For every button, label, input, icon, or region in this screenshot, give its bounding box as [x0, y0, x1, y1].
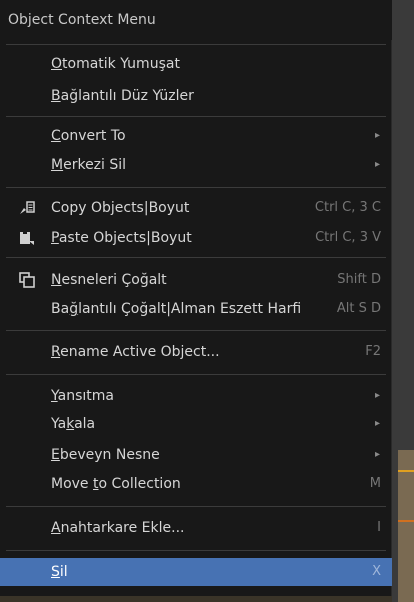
- menu-item-convert-to[interactable]: Convert To ▸: [0, 124, 392, 148]
- paste-icon: [18, 230, 36, 246]
- menu-item-label: Ebeveyn Nesne: [51, 447, 160, 463]
- submenu-arrow-icon: ▸: [374, 130, 380, 141]
- shortcut-label: X: [372, 564, 381, 579]
- menu-item-label: Yakala: [51, 416, 96, 432]
- menu-item-yansitma[interactable]: Yansıtma ▸: [0, 384, 392, 408]
- menu-item-label: Bağlantılı Çoğalt|Alman Eszett Harfi: [51, 301, 302, 317]
- duplicate-icon: [18, 272, 36, 288]
- menu-item-label: Anahtarkare Ekle...: [51, 520, 185, 536]
- menu-item-label: Paste Objects|Boyut: [51, 230, 192, 246]
- menu-item-merkezi-sil[interactable]: Merkezi Sil ▸: [0, 153, 392, 177]
- shortcut-label: Shift D: [337, 272, 381, 287]
- menu-item-move-to-collection[interactable]: Move to Collection M: [0, 472, 392, 496]
- menu-separator: [6, 374, 386, 375]
- menu-item-label: Rename Active Object...: [51, 344, 220, 360]
- menu-item-anahtarkare-ekle[interactable]: Anahtarkare Ekle... I: [0, 516, 392, 540]
- submenu-arrow-icon: ▸: [374, 449, 380, 460]
- menu-item-label: Merkezi Sil: [51, 157, 127, 173]
- shortcut-label: Alt S D: [336, 301, 381, 316]
- menu-separator: [6, 187, 386, 188]
- shortcut-label: I: [377, 520, 381, 535]
- shortcut-label: Ctrl C, 3 V: [315, 230, 381, 245]
- viewport-outline: [398, 520, 414, 522]
- shortcut-label: M: [369, 476, 381, 491]
- submenu-arrow-icon: ▸: [374, 390, 380, 401]
- submenu-arrow-icon: ▸: [374, 159, 380, 170]
- object-context-menu: Object Context Menu Otomatik Yumuşat Bağ…: [0, 0, 392, 596]
- menu-separator: [6, 44, 386, 45]
- menu-item-label: Yansıtma: [51, 388, 114, 404]
- menu-item-baglantili-duz-yuzler[interactable]: Bağlantılı Düz Yüzler: [0, 84, 392, 108]
- menu-item-label: Move to Collection: [51, 476, 181, 492]
- menu-item-label: Convert To: [51, 128, 126, 144]
- menu-item-label: Nesneleri Çoğalt: [51, 272, 167, 288]
- shortcut-label: Ctrl C, 3 C: [314, 200, 381, 215]
- menu-item-label: Sil: [51, 564, 68, 580]
- menu-item-otomatik-yumusat[interactable]: Otomatik Yumuşat: [0, 52, 392, 76]
- viewport-floor: [0, 596, 392, 602]
- menu-item-baglantili-cogalt[interactable]: Bağlantılı Çoğalt|Alman Eszett Harfi Alt…: [0, 297, 392, 321]
- shortcut-label: F2: [365, 344, 381, 359]
- menu-item-paste-objects[interactable]: Paste Objects|Boyut Ctrl C, 3 V: [0, 226, 392, 250]
- menu-item-label: Otomatik Yumuşat: [51, 56, 180, 72]
- viewport-outline: [398, 470, 414, 472]
- menu-item-sil[interactable]: Sil X: [0, 558, 392, 586]
- menu-item-label: Copy Objects|Boyut: [51, 200, 190, 216]
- viewport-object: [398, 450, 414, 602]
- copy-icon: [18, 200, 36, 216]
- menu-separator: [6, 550, 386, 551]
- menu-title: Object Context Menu: [0, 0, 392, 40]
- menu-item-copy-objects[interactable]: Copy Objects|Boyut Ctrl C, 3 C: [0, 196, 392, 220]
- menu-item-yakala[interactable]: Yakala ▸: [0, 412, 392, 436]
- menu-separator: [6, 330, 386, 331]
- menu-item-label: Bağlantılı Düz Yüzler: [51, 88, 194, 104]
- menu-separator: [6, 257, 386, 258]
- submenu-arrow-icon: ▸: [374, 418, 380, 429]
- menu-item-ebeveyn-nesne[interactable]: Ebeveyn Nesne ▸: [0, 443, 392, 467]
- menu-separator: [6, 506, 386, 507]
- menu-item-rename-active-object[interactable]: Rename Active Object... F2: [0, 340, 392, 364]
- menu-item-nesneleri-cogalt[interactable]: Nesneleri Çoğalt Shift D: [0, 268, 392, 292]
- menu-separator: [6, 116, 386, 117]
